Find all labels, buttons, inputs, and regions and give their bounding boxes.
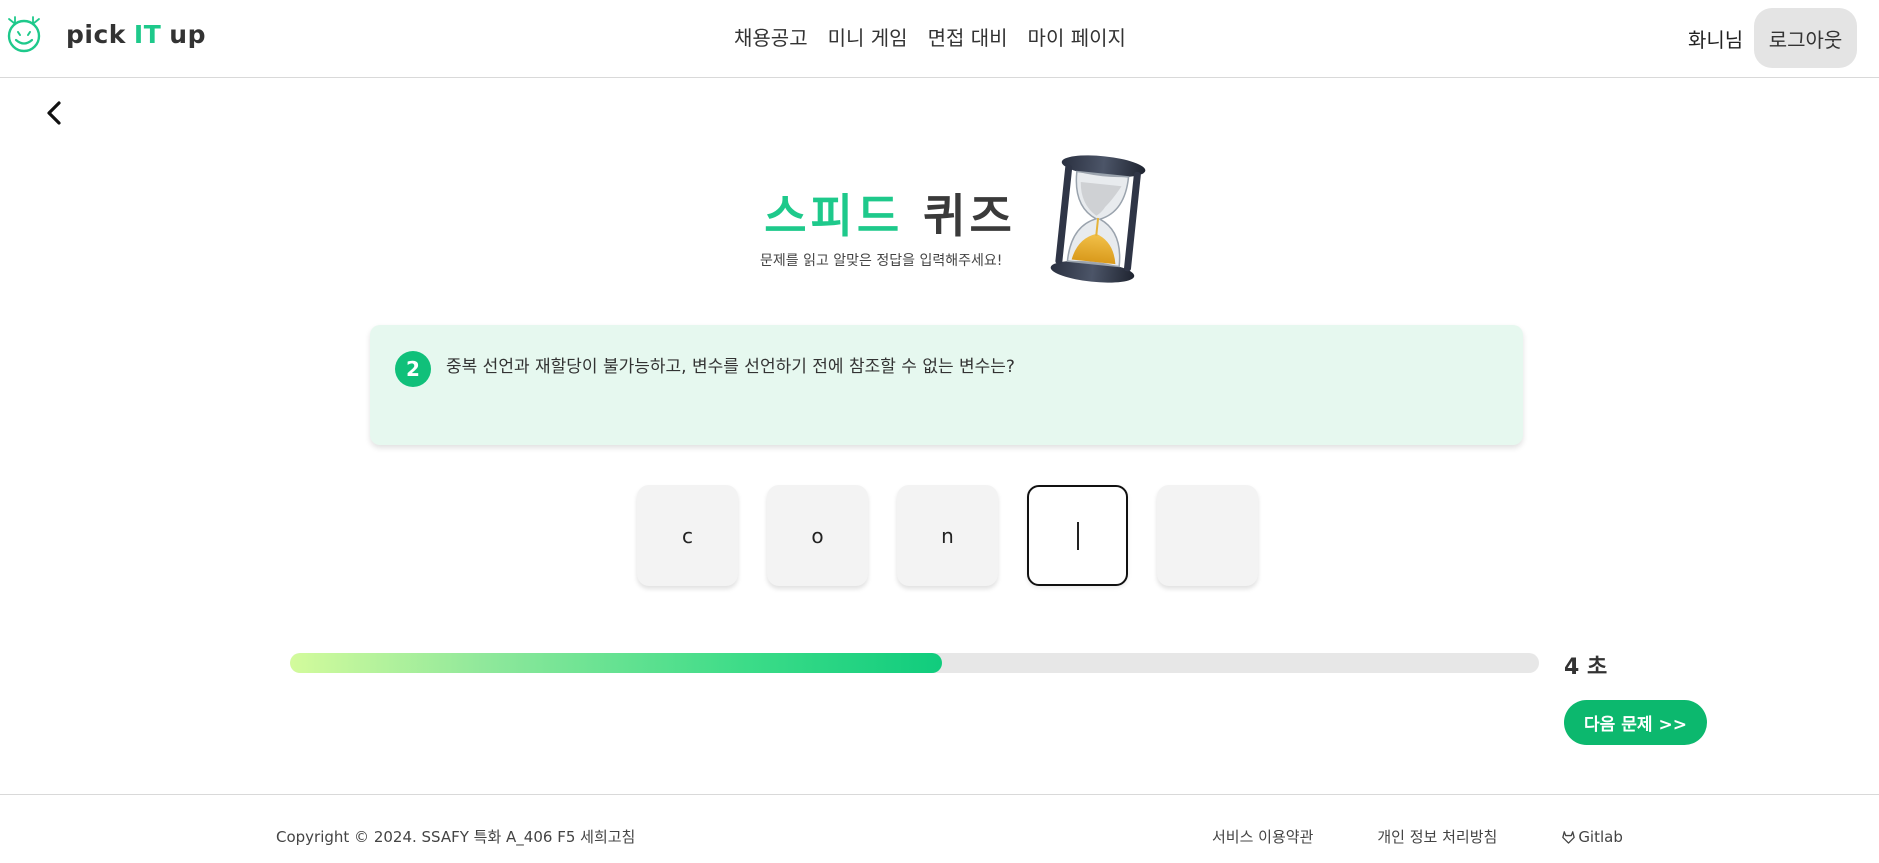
main-nav: 채용공고 미니 게임 면접 대비 마이 페이지 [734,22,1126,51]
privacy-link[interactable]: 개인 정보 처리방침 [1377,826,1497,847]
footer: Copyright © 2024. SSAFY 특화 A_406 F5 세희고침… [0,794,1879,863]
timer-progress-fill [290,653,942,673]
footer-links: 서비스 이용약관 개인 정보 처리방침 Gitlab [1212,826,1623,847]
answer-letter-box-active[interactable] [1027,485,1128,586]
logo-accent: IT [133,19,162,49]
timer-progress-bar [290,653,1539,673]
question-text: 중복 선언과 재할당이 불가능하고, 변수를 선언하기 전에 참조할 수 없는 … [446,357,1015,377]
text-caret [1076,521,1079,550]
chevron-left-icon[interactable] [40,96,68,130]
nav-my-page[interactable]: 마이 페이지 [1028,22,1126,51]
question-number-badge: 2 [395,351,431,387]
answer-input-group: c o n [637,485,1258,586]
logo-prefix: pick [66,19,126,49]
gitlab-link-label: Gitlab [1578,827,1623,846]
page-title: 스피드 퀴즈 [760,180,1020,246]
terms-link[interactable]: 서비스 이용약관 [1212,826,1313,847]
smiley-logo-icon [7,16,41,53]
page-subtitle: 문제를 읽고 알맞은 정답을 입력해주세요! [760,253,1003,269]
timer-label: 4 초 [1564,655,1608,680]
top-navbar: pick IT up 채용공고 미니 게임 면접 대비 마이 페이지 화니님 로그아… [0,0,1879,78]
gitlab-link[interactable]: Gitlab [1561,826,1623,847]
title-dark: 퀴즈 [923,189,1016,243]
next-question-button[interactable]: 다음 문제 >> [1564,700,1707,745]
answer-letter-box[interactable]: c [637,485,738,586]
nav-mini-game[interactable]: 미니 게임 [828,22,908,51]
user-name: 화니님 [1688,28,1744,52]
answer-letter-box[interactable]: n [897,485,998,586]
nav-interview-prep[interactable]: 면접 대비 [928,22,1008,51]
gitlab-icon [1562,831,1576,844]
answer-letter-box[interactable] [1157,485,1258,586]
logout-button[interactable]: 로그아웃 [1754,8,1857,68]
question-card: 2 중복 선언과 재할당이 불가능하고, 변수를 선언하기 전에 참조할 수 없… [370,325,1523,445]
logo-suffix: up [169,19,206,49]
copyright-text: Copyright © 2024. SSAFY 특화 A_406 F5 세희고침 [276,828,636,846]
hourglass-icon [1050,155,1146,283]
logo-text: pick IT up [66,20,206,49]
title-green: 스피드 [764,189,904,243]
logo[interactable]: pick IT up [4,14,206,54]
answer-letter-box[interactable]: o [767,485,868,586]
nav-jobs[interactable]: 채용공고 [734,22,808,51]
quiz-title: 스피드 퀴즈 [760,180,1020,246]
